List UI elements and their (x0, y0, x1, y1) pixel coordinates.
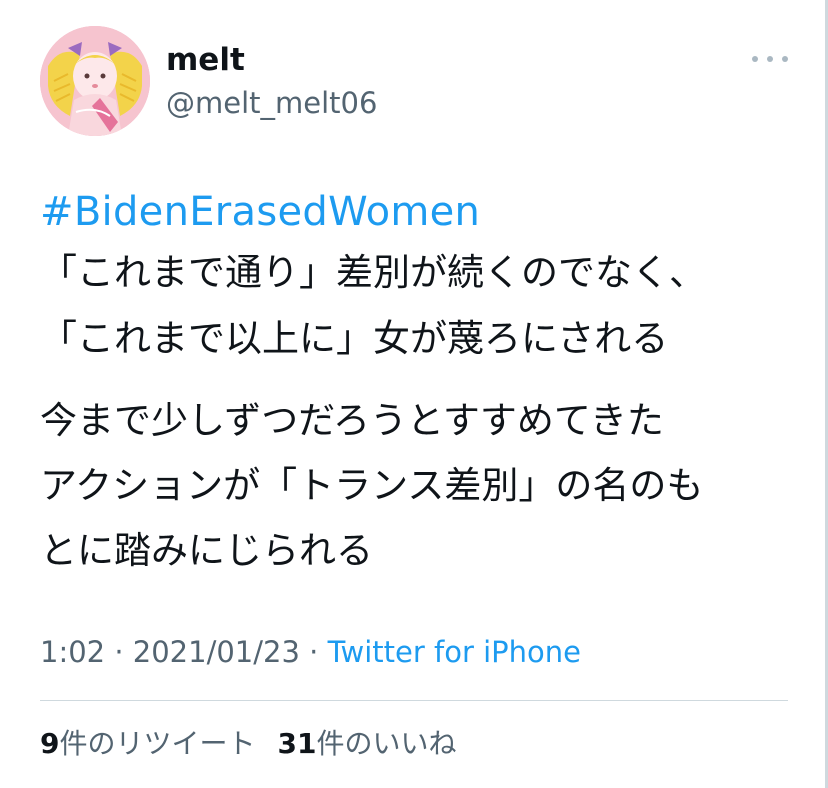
tweet-text-line: アクションが「トランス差別」の名のも (40, 464, 704, 507)
retweets-stat[interactable]: 9件のリツイート (40, 727, 256, 760)
tweet-source-link[interactable]: Twitter for iPhone (328, 635, 581, 669)
avatar-illustration (40, 26, 150, 136)
more-dot (767, 56, 773, 62)
meta-separator: · (105, 635, 133, 669)
divider (40, 700, 788, 701)
author-display-name[interactable]: melt (166, 42, 245, 78)
tweet-text-line: とに踏みにじられる (40, 529, 373, 572)
tweet-text-line: 今まで少しずつだろうとすすめてきた (40, 399, 664, 442)
hashtag-link[interactable]: #BidenErasedWomen (40, 188, 480, 236)
retweets-count: 9 (40, 727, 60, 760)
more-dot (752, 56, 758, 62)
more-horizontal-icon[interactable] (752, 47, 788, 71)
retweets-label: 件のリツイート (59, 727, 256, 760)
tweet-date[interactable]: 2021/01/23 (133, 635, 300, 669)
author-handle[interactable]: @melt_melt06 (166, 86, 377, 120)
tweet-time[interactable]: 1:02 (40, 635, 105, 669)
more-dot (782, 56, 788, 62)
tweet-metadata: 1:02 · 2021/01/23 · Twitter for iPhone (40, 634, 581, 670)
likes-label: 件のいいね (316, 727, 457, 760)
tweet-detail: melt @melt_melt06 #BidenErasedWomen 「これま… (0, 0, 828, 788)
meta-separator: · (299, 635, 328, 669)
avatar[interactable] (40, 26, 150, 136)
engagement-stats: 9件のリツイート 31件のいいね (40, 726, 456, 762)
tweet-text-line: 「これまで以上に」女が蔑ろにされる (40, 317, 669, 360)
likes-stat[interactable]: 31件のいいね (278, 727, 457, 760)
likes-count: 31 (277, 727, 317, 760)
tweet-text-line: 「これまで通り」差別が続くのでなく、 (40, 251, 706, 294)
